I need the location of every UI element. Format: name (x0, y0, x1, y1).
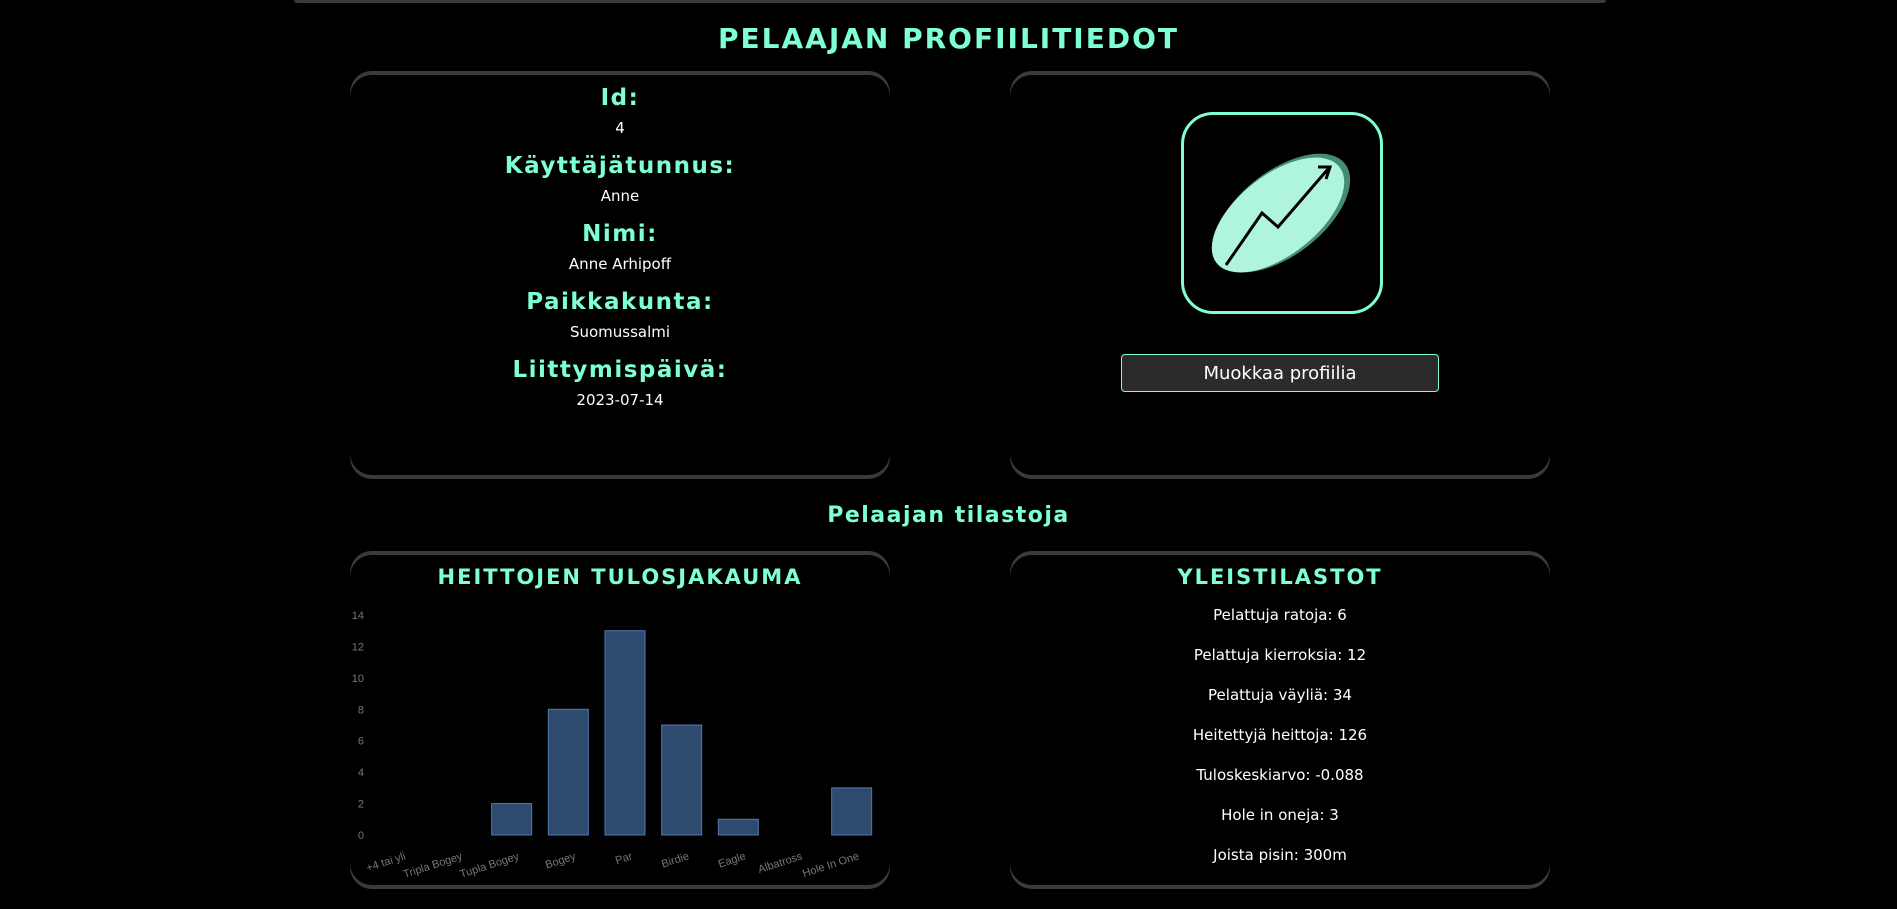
stat-rounds: Pelattuja kierroksia: 12 (1193, 646, 1367, 664)
score-distribution-chart: 0 2 4 6 8 10 12 14 +4 tai yliTripla BogeyTupla B… (352, 610, 873, 880)
field-label: Käyttäjätunnus: (504, 153, 736, 179)
page-title: PELAAJAN PROFIILITIEDOT (718, 22, 1179, 55)
bar (604, 630, 646, 836)
bar (831, 787, 873, 836)
profile-info-card: Id: 4 Käyttäjätunnus: Anne Nimi: Anne Ar… (350, 75, 890, 475)
bar (717, 818, 759, 836)
disc-golf-logo-icon (1211, 153, 1351, 273)
stat-courses: Pelattuja ratoja: 6 (1213, 606, 1347, 624)
edit-profile-button[interactable]: Muokkaa profiilia (1121, 354, 1439, 392)
x-tick-label: Hole In One (801, 850, 861, 880)
avatar (1181, 112, 1383, 314)
y-tick-label: 6 (358, 736, 364, 748)
stat-throws: Heitettyjä heittoja: 126 (1192, 726, 1368, 744)
field-id: Id: 4 (350, 85, 890, 137)
x-tick-label: Birdie (660, 850, 690, 870)
field-username: Käyttäjätunnus: Anne (350, 153, 890, 205)
field-label: Nimi: (582, 221, 658, 247)
stat-average: Tuloskeskiarvo: -0.088 (1196, 766, 1364, 784)
x-tick-label: Tripla Bogey (402, 850, 465, 880)
stat-longest: Joista pisin: 300m (1213, 846, 1347, 864)
field-label: Id: (600, 85, 640, 111)
x-tick-label: Tupla Bogey (459, 850, 522, 880)
y-tick-label: 4 (358, 767, 364, 779)
y-tick-label: 14 (352, 610, 364, 622)
y-tick-label: 12 (352, 641, 364, 653)
general-stats-title: YLEISTILASTOT (1177, 565, 1383, 589)
x-tick-label: Eagle (717, 850, 747, 870)
y-tick-label: 2 (358, 799, 364, 811)
field-value: Anne Arhipoff (568, 255, 672, 273)
field-label: Liittymispäivä: (512, 357, 728, 383)
top-bar (294, 0, 1606, 3)
field-label: Paikkakunta: (526, 289, 714, 315)
profile-avatar-card: Muokkaa profiilia (1010, 75, 1550, 475)
chart-title: HEITTOJEN TULOSJAKAUMA (437, 565, 803, 589)
field-value: Anne (600, 187, 640, 205)
field-value: Suomussalmi (569, 323, 671, 341)
field-value: 2023-07-14 (576, 391, 664, 409)
bar (661, 724, 703, 836)
y-tick-label: 10 (352, 673, 364, 685)
stat-holes: Pelattuja väyliä: 34 (1208, 686, 1352, 704)
x-tick-label: +4 tai yli (365, 850, 407, 874)
stats-heading: Pelaajan tilastoja (827, 503, 1070, 528)
field-value: 4 (615, 119, 625, 137)
stat-hole-in-ones: Hole in oneja: 3 (1221, 806, 1339, 824)
y-tick-label: 0 (358, 830, 364, 842)
general-stats-card: YLEISTILASTOT Pelattuja ratoja: 6 Pelatt… (1010, 555, 1550, 885)
field-join-date: Liittymispäivä: 2023-07-14 (350, 357, 890, 409)
x-tick-label: Bogey (544, 850, 578, 871)
x-tick-label: Albatross (757, 850, 805, 876)
y-tick-label: 8 (358, 704, 364, 716)
field-city: Paikkakunta: Suomussalmi (350, 289, 890, 341)
field-name: Nimi: Anne Arhipoff (350, 221, 890, 273)
bar (491, 803, 533, 836)
x-tick-label: Par (614, 850, 634, 867)
score-distribution-card: HEITTOJEN TULOSJAKAUMA 0 2 4 6 8 10 12 14 +4 tai… (350, 555, 890, 885)
bar (547, 708, 589, 836)
